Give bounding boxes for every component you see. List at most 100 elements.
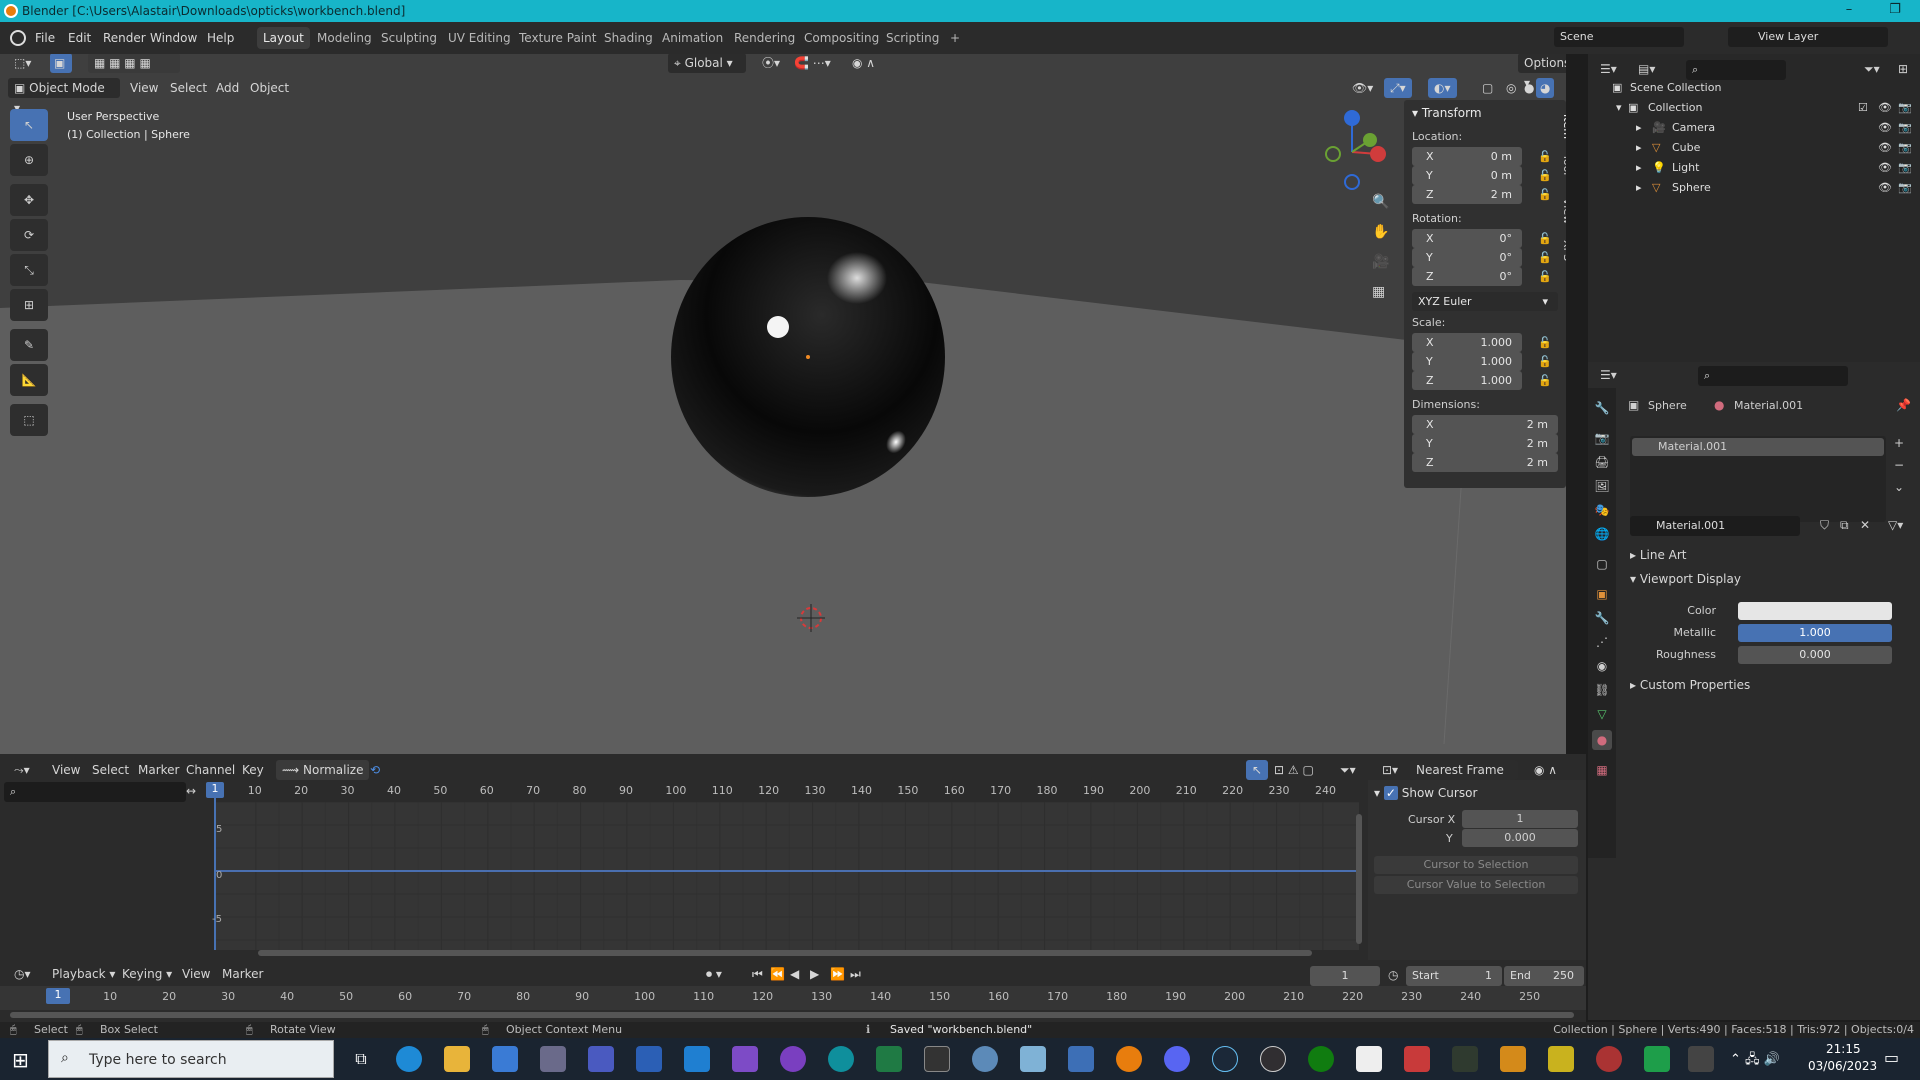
app-icon[interactable]	[1596, 1046, 1622, 1072]
tab-animation[interactable]: Animation	[656, 27, 729, 49]
data-tab-icon[interactable]: ▽	[1592, 704, 1612, 724]
start-frame-field[interactable]: Start 1	[1406, 966, 1502, 986]
scale-z-field[interactable]: Z 1.000	[1412, 371, 1522, 390]
overlay-toggle[interactable]: ◐▾	[1428, 78, 1457, 98]
viewport-menu-add[interactable]: Add	[210, 78, 245, 98]
scene-tab-icon[interactable]: 🎭	[1592, 500, 1612, 520]
steam-icon[interactable]	[1212, 1046, 1238, 1072]
record-button[interactable]: ⏺ ▾	[700, 964, 728, 984]
app-icon[interactable]	[1068, 1046, 1094, 1072]
show-cursor-toggle[interactable]: ▾ ✓ Show Cursor	[1374, 786, 1477, 800]
tab-sculpting[interactable]: Sculpting	[375, 27, 443, 49]
sidebar-tab-xps[interactable]: XPS	[1558, 240, 1566, 261]
remove-slot-button[interactable]: −	[1894, 458, 1904, 472]
jump-end-icon[interactable]: ⏭	[844, 964, 867, 984]
location-x-field[interactable]: X0 m	[1412, 147, 1522, 166]
timeline-scrollbar[interactable]	[10, 1012, 1574, 1018]
rotation-mode-dropdown[interactable]: XYZ Euler ▾	[1412, 292, 1558, 311]
menu-file[interactable]: File	[35, 31, 55, 45]
outliner-editor-icon[interactable]: ☰▾	[1600, 62, 1617, 76]
tool-cursor[interactable]: ⊕	[10, 144, 48, 176]
eye-icon[interactable]: 👁	[1878, 178, 1892, 198]
system-tray-icons[interactable]: ⌃ 🖧 🔊	[1730, 1050, 1780, 1072]
lock-icon[interactable]: 🔓	[1538, 188, 1552, 201]
outliner-row-camera[interactable]: ▸ 🎥 Camera 👁 📷	[1588, 118, 1920, 138]
render-tab-icon[interactable]: 📷	[1592, 428, 1612, 448]
collection-tab-icon[interactable]: ▢	[1592, 554, 1612, 574]
pivot-point-dropdown[interactable]: ⦿▾	[756, 54, 786, 73]
shading-material-button[interactable]: ◕	[1536, 78, 1555, 98]
snap-dropdown[interactable]: Nearest Frame ▾	[1410, 760, 1518, 797]
lock-icon[interactable]: 🔓	[1538, 251, 1552, 264]
minimize-button[interactable]: –	[1826, 0, 1872, 22]
scene-selector[interactable]: Scene	[1554, 27, 1684, 47]
material-tab-icon[interactable]: ●	[1592, 730, 1612, 750]
app-icon[interactable]	[1644, 1046, 1670, 1072]
eye-icon[interactable]: 👁	[1878, 158, 1892, 178]
graph-menu-view[interactable]: View	[46, 760, 86, 780]
xray-toggle[interactable]: ▢	[1476, 78, 1499, 98]
xbox-icon[interactable]	[1308, 1046, 1334, 1072]
tab-layout[interactable]: Layout	[257, 27, 310, 49]
graph-editor-type-icon[interactable]: ⤳▾	[8, 760, 36, 780]
notifications-icon[interactable]: ▭	[1884, 1048, 1899, 1067]
tool-add-cube[interactable]: ⬚	[10, 404, 48, 436]
gizmo-toggle[interactable]: ⤢▾	[1384, 78, 1412, 98]
pivot-dropdown[interactable]: ⊡▾	[1376, 760, 1404, 780]
app-icon[interactable]	[1548, 1046, 1574, 1072]
custom-properties-section[interactable]: ▸ Custom Properties	[1630, 678, 1750, 692]
visual-studio-icon[interactable]	[732, 1046, 758, 1072]
restore-button[interactable]: ❐	[1872, 0, 1918, 22]
cursor-x-field[interactable]: 1	[1462, 810, 1578, 828]
pin-icon[interactable]: 📌	[1896, 398, 1911, 412]
3d-viewport[interactable]: ⬚▾ ▣ ▦ ▦ ▦ ▦ ⌖ Global ▾ ⦿▾ 🧲 ⋯▾ ◉ ∧ Opti…	[0, 54, 1566, 754]
dimensions-x-field[interactable]: X2 m	[1412, 415, 1558, 434]
timeline-menu-view[interactable]: View	[176, 964, 216, 984]
filter-icon[interactable]: ⏷▾	[1864, 62, 1880, 77]
edge-icon[interactable]	[396, 1046, 422, 1072]
timeline-menu-marker[interactable]: Marker	[216, 964, 269, 984]
outliner-search-input[interactable]: ⌕	[1686, 60, 1786, 80]
lock-icon[interactable]: 🔓	[1538, 150, 1552, 163]
particles-tab-icon[interactable]: ⋰	[1592, 632, 1612, 652]
play-icon[interactable]: ▶	[804, 964, 825, 984]
display-mode-icon[interactable]: ▤▾	[1638, 62, 1655, 76]
normalize-toggle[interactable]: ⟿ Normalize	[276, 760, 370, 780]
camera-render-icon[interactable]: 📷	[1898, 158, 1912, 178]
duplicate-icon[interactable]: ⧉	[1840, 518, 1849, 533]
cursor-to-selection-button[interactable]: Cursor to Selection	[1374, 856, 1578, 874]
taskbar-search-box[interactable]: ⌕ Type here to search	[48, 1040, 334, 1078]
lock-icon[interactable]: 🔓	[1538, 374, 1552, 387]
app-icon[interactable]	[1688, 1046, 1714, 1072]
modifier-tab-icon[interactable]: 🔧	[1592, 608, 1612, 628]
ortho-grid-icon[interactable]: ▦	[1372, 284, 1385, 300]
tool-annotate[interactable]: ✎	[10, 329, 48, 361]
selection-mode-buttons[interactable]: ▦ ▦ ▦ ▦	[88, 54, 180, 73]
slot-menu-button[interactable]: ⌄	[1894, 480, 1904, 494]
auto-normalize-icon[interactable]: ⟲	[364, 760, 386, 780]
vscode-icon[interactable]	[684, 1046, 710, 1072]
channel-search-input[interactable]: ⌕	[4, 782, 186, 802]
eye-icon[interactable]: 👁	[1878, 118, 1892, 138]
task-view-icon[interactable]: ⧉	[348, 1046, 374, 1072]
object-tab-icon[interactable]: ▣	[1592, 584, 1612, 604]
cursor-value-to-selection-button[interactable]: Cursor Value to Selection	[1374, 876, 1578, 894]
graph-menu-channel[interactable]: Channel	[180, 760, 241, 780]
graph-menu-select[interactable]: Select	[86, 760, 135, 780]
blender-menu-icon[interactable]	[10, 30, 26, 46]
sidebar-tab-item[interactable]: Item	[1558, 114, 1566, 139]
graph-horizontal-scrollbar[interactable]	[258, 950, 1312, 956]
graph-playhead[interactable]	[214, 784, 216, 950]
tab-uv-editing[interactable]: UV Editing	[442, 27, 517, 49]
sidebar-tab-view[interactable]: View	[1558, 198, 1566, 224]
properties-search-input[interactable]: ⌕	[1698, 366, 1848, 386]
tool-tab-icon[interactable]: 🔧	[1592, 398, 1612, 418]
lock-icon[interactable]: 🔓	[1538, 169, 1552, 182]
word-icon[interactable]	[1500, 1046, 1526, 1072]
new-collection-icon[interactable]: ⊞	[1898, 62, 1908, 76]
material-slot-row[interactable]: Material.001	[1632, 438, 1884, 456]
timeline-editor-type-icon[interactable]: ◷▾	[8, 964, 37, 984]
camera-render-icon[interactable]: 📷	[1898, 118, 1912, 138]
clock-icon[interactable]: ◷	[1388, 968, 1398, 982]
viewport-display-section[interactable]: ▾ Viewport Display	[1630, 572, 1741, 586]
